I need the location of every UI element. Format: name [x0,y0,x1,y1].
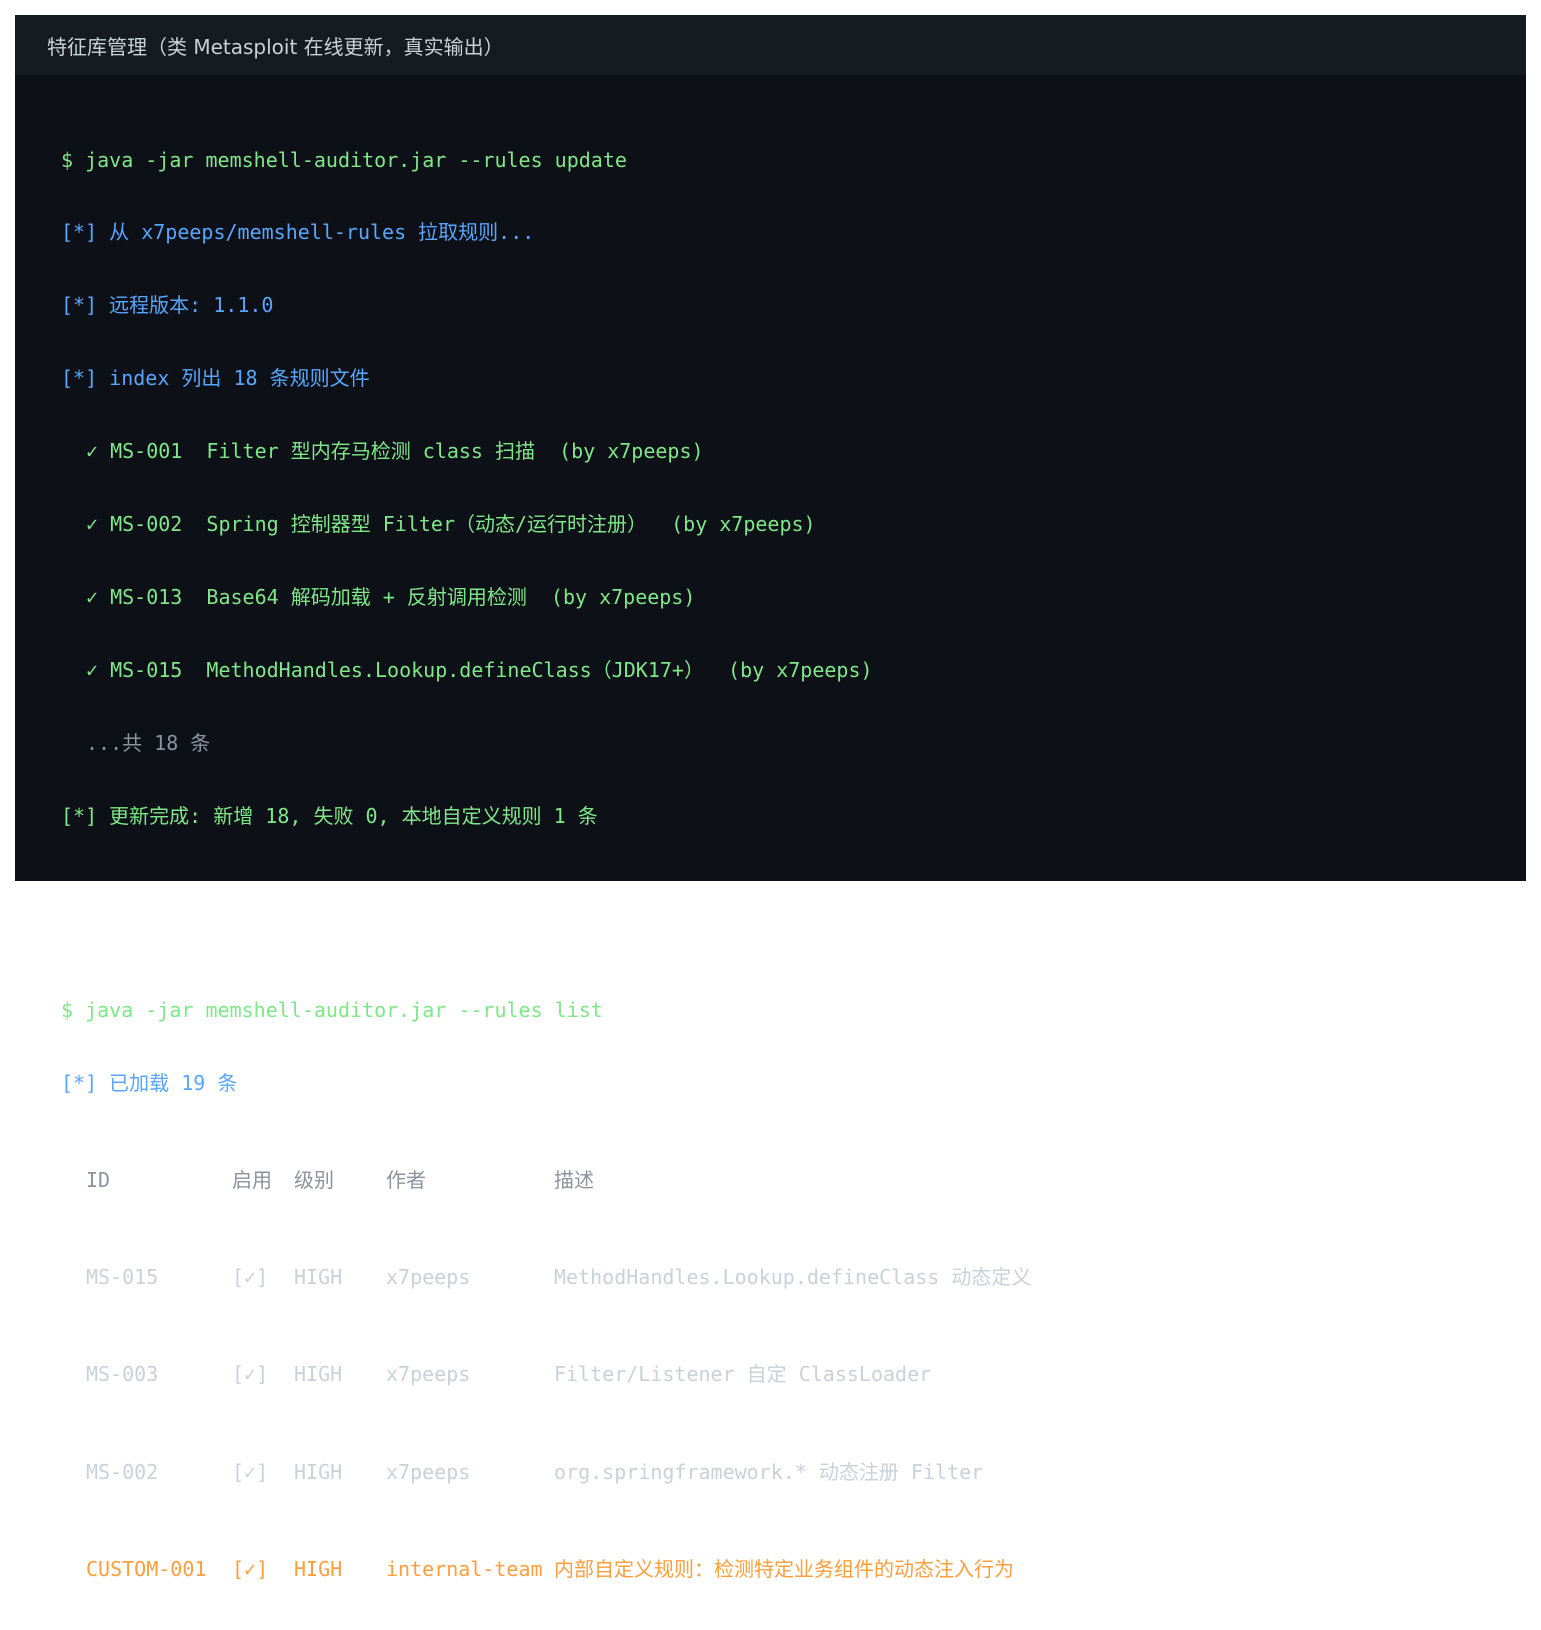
header-author: 作者 [386,1168,426,1193]
header-enabled: 启用 [232,1168,272,1193]
rule-desc: MethodHandles.Lookup.defineClass 动态定义 [554,1265,1032,1290]
rule-desc: org.springframework.* 动态注册 Filter [554,1459,984,1484]
rule-level: HIGH [294,1556,343,1581]
table-row: MS-003 [✓] HIGH x7peeps Filter/Listener 自定 C… [61,1362,1506,1386]
rule-id: CUSTOM-001 [86,1556,207,1581]
rule-line: ✓ MS-002 Spring 控制器型 Filter（动态/运行时注册） (b… [86,512,816,537]
rule-level: HIGH [294,1362,343,1387]
list-command: $ java -jar memshell-auditor.jar --rules… [61,997,603,1022]
header-level: 级别 [294,1168,334,1193]
rule-enabled: [✓] [232,1362,269,1387]
header-id: ID [86,1168,111,1193]
rule-line: ✓ MS-015 MethodHandles.Lookup.defineClas… [86,657,873,682]
rule-level: HIGH [294,1459,343,1484]
rule-author: x7peeps [386,1265,471,1290]
rule-level: HIGH [294,1265,343,1290]
rule-desc: Filter/Listener 自定 ClassLoader [554,1362,932,1387]
more-rules-line: ...共 18 条 [86,730,211,755]
terminal-window: 特征库管理（类 Metasploit 在线更新，真实输出） $ java -ja… [15,15,1526,1581]
header-desc: 描述 [554,1168,594,1193]
rule-line: ✓ MS-001 Filter 型内存马检测 class 扫描 (by x7pe… [86,439,704,464]
table-row: MS-002 [✓] HIGH x7peeps org.springframework.… [61,1460,1506,1484]
rule-author: x7peeps [386,1362,471,1387]
rule-line: ✓ MS-013 Base64 解码加载 + 反射调用检测 (by x7peep… [86,584,696,609]
rule-id: MS-002 [86,1459,159,1484]
rule-author: x7peeps [386,1459,471,1484]
rule-enabled: [✓] [232,1265,269,1290]
update-summary-line: [*] 更新完成: 新增 18, 失败 0, 本地自定义规则 1 条 [61,803,598,828]
update-command: $ java -jar memshell-auditor.jar --rules… [61,147,627,172]
rule-author: internal-team [386,1556,543,1581]
update-index-line: [*] index 列出 18 条规则文件 [61,366,370,391]
table-row-custom: CUSTOM-001 [✓] HIGH internal-team 内部自定义规则：检测… [61,1557,1506,1581]
list-header-row: ID 启用 级别 作者 描述 [61,1168,1506,1192]
update-fetch-line: [*] 从 x7peeps/memshell-rules 拉取规则... [61,220,535,245]
table-row: MS-015 [✓] HIGH x7peeps MethodHandles.Lookup… [61,1265,1506,1289]
terminal-output[interactable]: $ java -jar memshell-auditor.jar --rules… [61,99,1506,1630]
window-title: 特征库管理（类 Metasploit 在线更新，真实输出） [47,34,504,59]
list-count-line: [*] 已加载 19 条 [61,1070,238,1095]
rule-desc: 内部自定义规则：检测特定业务组件的动态注入行为 [554,1556,1014,1581]
rule-enabled: [✓] [232,1556,269,1581]
rule-enabled: [✓] [232,1459,269,1484]
window-titlebar: 特征库管理（类 Metasploit 在线更新，真实输出） [15,15,1526,75]
rule-id: MS-003 [86,1362,159,1387]
update-version-line: [*] 远程版本: 1.1.0 [61,293,274,318]
rule-id: MS-015 [86,1265,159,1290]
